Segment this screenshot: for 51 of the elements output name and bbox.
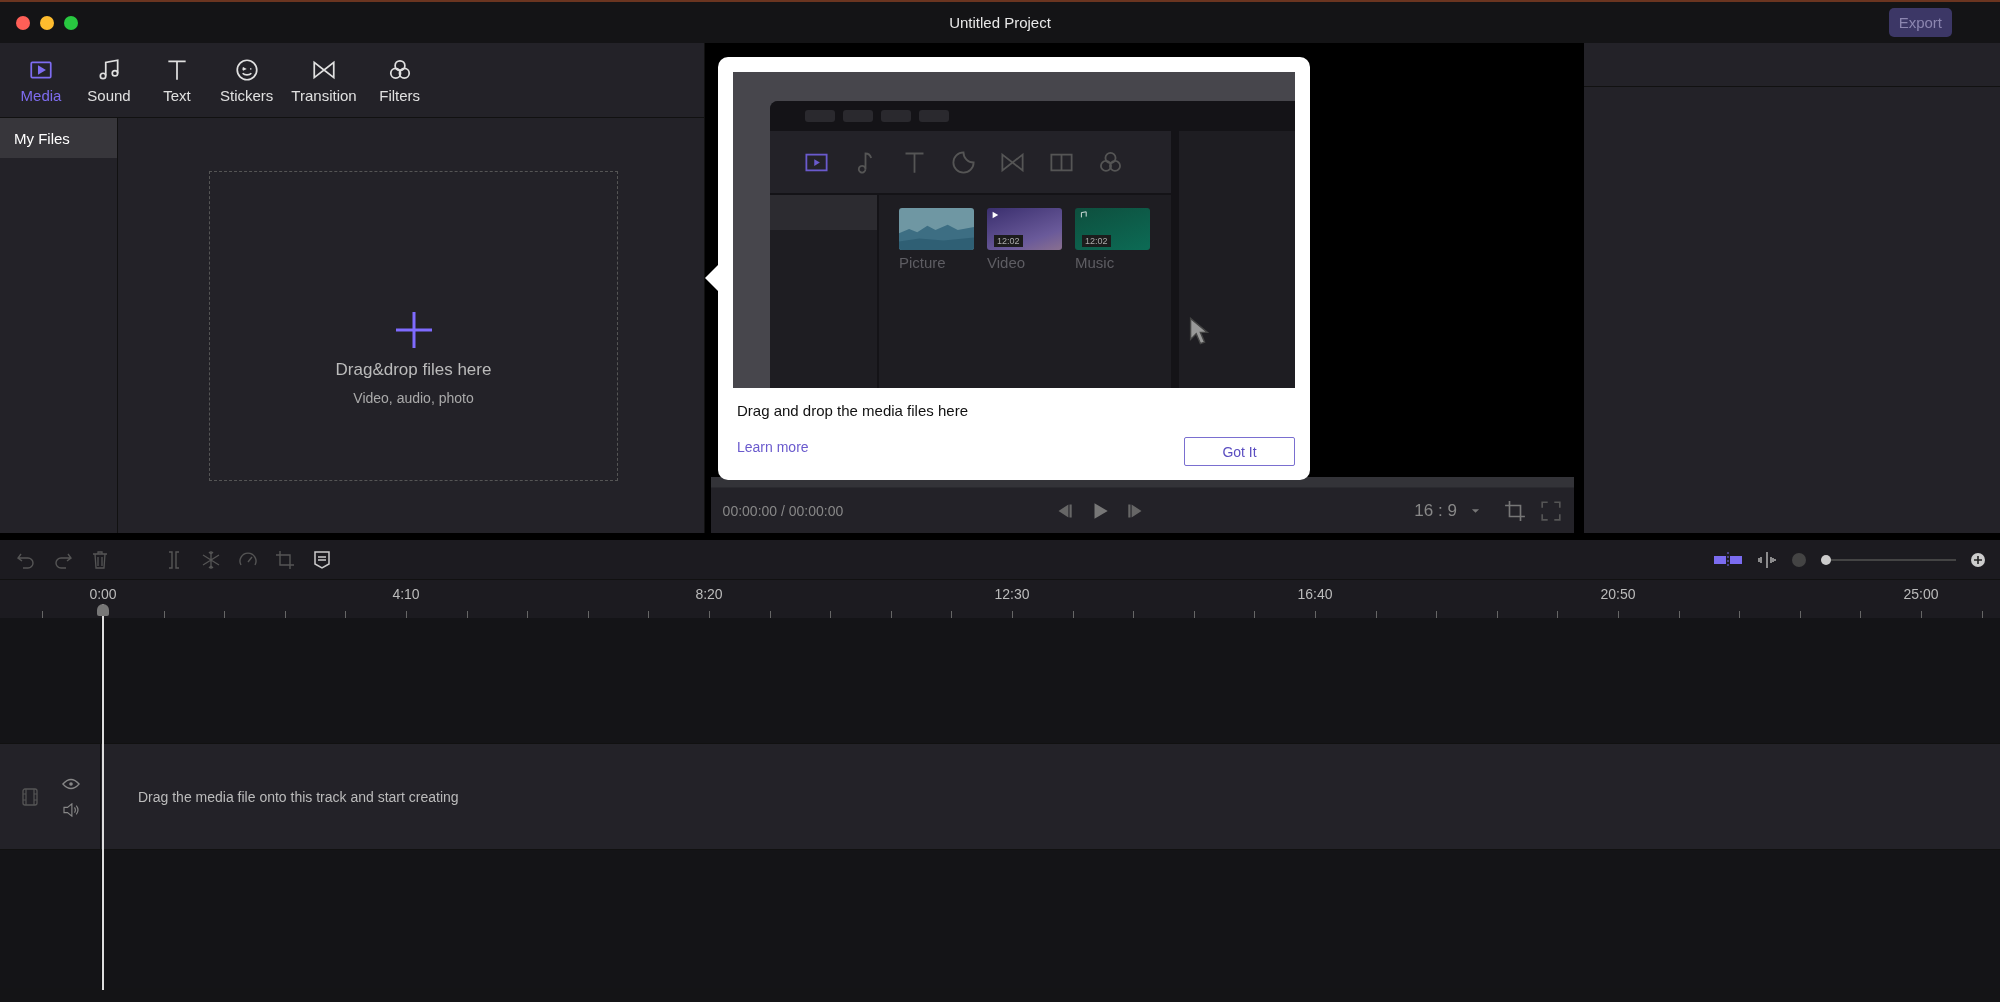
thumbnail-label: Music — [1075, 254, 1116, 271]
thumbnail-label: Video — [987, 254, 1027, 271]
ruler-label: 8:20 — [695, 586, 723, 602]
ruler-label: 20:50 — [1600, 586, 1636, 602]
media-tab[interactable]: Transition — [285, 52, 363, 108]
ruler-label: 16:40 — [1297, 586, 1333, 602]
marker-icon[interactable] — [312, 549, 332, 570]
time-readout: 00:00:00 / 00:00:00 — [722, 502, 845, 519]
ruler-label: 25:00 — [1903, 586, 1939, 602]
caret-icon[interactable] — [1470, 507, 1480, 514]
speaker-icon[interactable] — [62, 802, 80, 817]
media-tab[interactable]: Stickers — [214, 52, 280, 108]
waveform-icon[interactable] — [1757, 549, 1777, 570]
plus-icon — [393, 310, 434, 350]
learn-more-link[interactable]: Learn more — [737, 438, 809, 455]
drop-zone[interactable]: Drag&drop files here Video, audio, photo — [209, 171, 618, 481]
crop-icon[interactable] — [275, 549, 295, 570]
play-icon — [991, 211, 999, 219]
duration-label: 12:02 — [994, 235, 1023, 247]
media-tab[interactable]: Media — [10, 52, 72, 108]
ruler-label: 12:30 — [994, 586, 1030, 602]
zoom-in-icon[interactable] — [1970, 551, 1986, 568]
film-icon — [20, 786, 40, 807]
delete-icon[interactable] — [90, 549, 110, 570]
smiley-icon — [233, 56, 260, 83]
eye-icon[interactable] — [62, 776, 80, 791]
fullscreen-icon[interactable] — [1539, 499, 1562, 522]
tooltip-message: Drag and drop the media files here — [737, 402, 969, 419]
sticker-icon — [950, 148, 977, 176]
media-tab[interactable]: Sound — [78, 52, 140, 108]
duration-label: 12:02 — [1082, 235, 1111, 247]
minimize-button[interactable] — [40, 15, 54, 30]
ruler-label: 0:00 — [89, 586, 117, 602]
drop-subtitle: Video, audio, photo — [353, 390, 474, 406]
media-tab[interactable]: Filters — [368, 52, 431, 108]
sidebar-item[interactable]: My Files — [0, 118, 117, 158]
drop-title: Drag&drop files here — [335, 360, 492, 380]
maximize-button[interactable] — [64, 15, 78, 30]
window-title: Untitled Project — [949, 14, 1051, 31]
close-button[interactable] — [16, 15, 30, 30]
freeze-icon[interactable] — [201, 549, 221, 570]
crop-icon[interactable] — [1503, 499, 1526, 522]
cursor-icon — [1189, 317, 1209, 345]
ruler-label: 4:10 — [392, 586, 420, 602]
thumbnail-label: Picture — [899, 254, 947, 271]
media-tab[interactable]: Text — [146, 52, 208, 108]
video-track[interactable]: Drag the media file onto this track and start creating — [0, 743, 2000, 850]
track-hint: Drag the media file onto this track and start creating — [138, 788, 459, 805]
time-ruler[interactable]: 0:00 4:10 8:20 12:30 16:40 20:50 25:00 — [0, 580, 2000, 618]
aspect-ratio-dropdown[interactable]: 16 : 9 — [1414, 500, 1457, 521]
got-it-button[interactable]: Got It — [1184, 437, 1295, 466]
